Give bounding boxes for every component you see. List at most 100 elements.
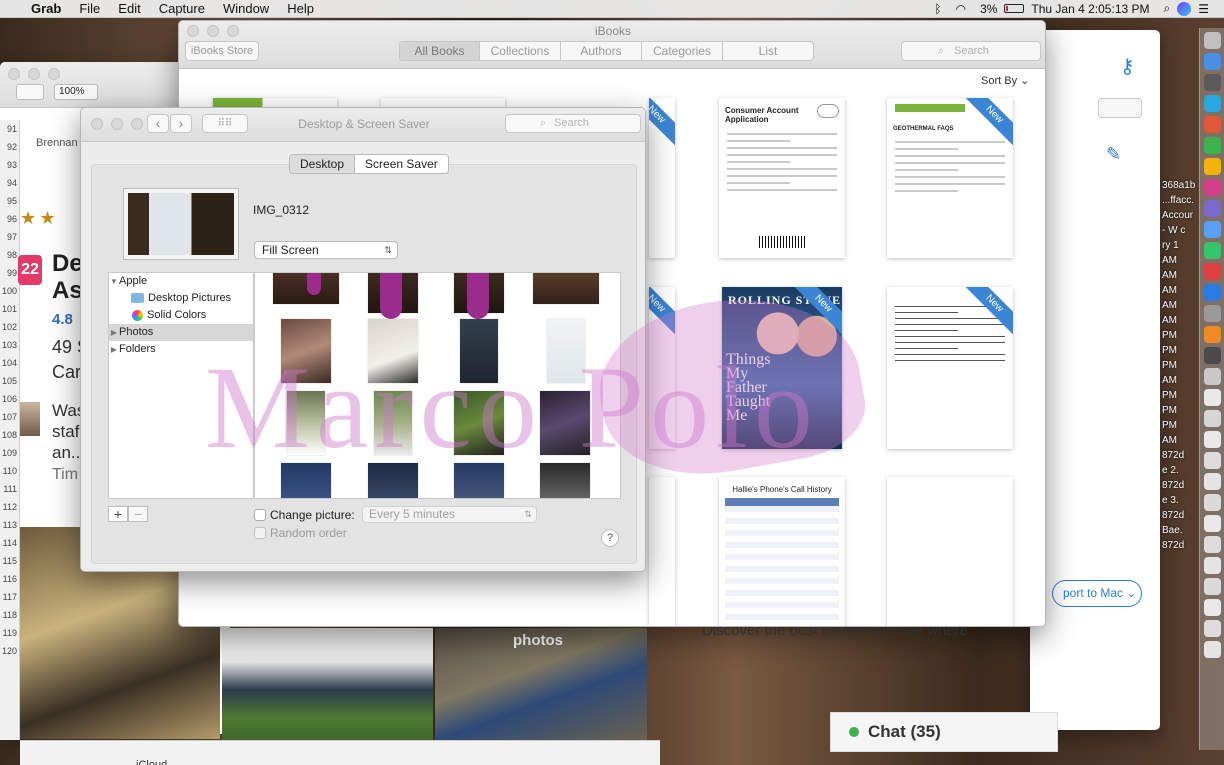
- dock-app-icon[interactable]: [1203, 116, 1221, 133]
- wallpaper-thumbnail[interactable]: [281, 319, 331, 383]
- tab-all-books[interactable]: All Books: [400, 42, 480, 60]
- book-cover[interactable]: New: [649, 98, 675, 258]
- tab-screen-saver[interactable]: Screen Saver: [355, 155, 448, 173]
- compose-icon[interactable]: ✎: [1106, 144, 1121, 165]
- zoom-select[interactable]: 100%: [54, 84, 98, 100]
- dock-app-icon[interactable]: [1203, 263, 1221, 280]
- bluetooth-icon[interactable]: ᛒ: [927, 2, 948, 16]
- chat-bar[interactable]: Chat (35): [830, 712, 1058, 752]
- wallpaper-thumbnail[interactable]: [460, 319, 498, 383]
- dock-app-icon[interactable]: [1203, 452, 1221, 469]
- add-folder-button[interactable]: +: [108, 506, 128, 522]
- source-item-desktop-pictures[interactable]: Desktop Pictures: [109, 290, 253, 307]
- dock-app-icon[interactable]: [1203, 284, 1221, 301]
- wallpaper-thumbnail[interactable]: [533, 273, 599, 304]
- wallpaper-thumbnail[interactable]: [273, 273, 339, 304]
- dock-app-icon[interactable]: [1203, 74, 1221, 91]
- menu-edit[interactable]: Edit: [109, 0, 149, 18]
- dock-app-icon[interactable]: [1203, 494, 1221, 511]
- help-button[interactable]: ?: [601, 529, 619, 547]
- wallpaper-thumbnail[interactable]: [368, 463, 418, 498]
- menu-file[interactable]: File: [70, 0, 109, 18]
- clock[interactable]: Thu Jan 4 2:05:13 PM: [1024, 2, 1156, 16]
- dock-app-icon[interactable]: [1203, 347, 1221, 364]
- siri-icon[interactable]: [1177, 1, 1192, 16]
- book-consumer-account-application[interactable]: Consumer Account Application: [719, 98, 845, 258]
- book-cover[interactable]: [887, 477, 1013, 626]
- book-rolling-stone[interactable]: ROLLING STONE Things My Father Taught Me…: [722, 287, 842, 449]
- dock-app-icon[interactable]: [1203, 557, 1221, 574]
- ibooks-store-button[interactable]: iBooks Store: [185, 41, 259, 61]
- wallpaper-thumbnail[interactable]: [540, 391, 590, 455]
- dock-app-icon[interactable]: [1203, 32, 1221, 49]
- dock-app-icon[interactable]: [1203, 389, 1221, 406]
- dock-app-icon[interactable]: [1203, 305, 1221, 322]
- fill-mode-select[interactable]: Fill Screen ⇅: [254, 241, 398, 259]
- book-geothermal-faqs[interactable]: New GEOTHERMAL FAQS: [887, 98, 1013, 258]
- dock-app-icon[interactable]: [1203, 578, 1221, 595]
- dock-app-icon[interactable]: [1203, 410, 1221, 427]
- wallpaper-thumbnail[interactable]: [287, 391, 325, 455]
- dock-app-icon[interactable]: [1203, 326, 1221, 343]
- search-input[interactable]: ⌕ Search: [505, 114, 641, 133]
- change-picture-checkbox[interactable]: [254, 509, 266, 521]
- source-item-apple[interactable]: ▼Apple: [109, 273, 253, 290]
- battery-icon[interactable]: [1004, 4, 1025, 13]
- source-item-folders[interactable]: ▶ Folders: [109, 341, 253, 358]
- sidebar-toggle-button[interactable]: [16, 84, 44, 100]
- dock-app-icon[interactable]: [1203, 599, 1221, 616]
- wallpaper-thumbnail[interactable]: [540, 463, 590, 498]
- dock-app-icon[interactable]: [1203, 641, 1221, 658]
- search-field[interactable]: [1098, 98, 1142, 118]
- tab-list[interactable]: List: [723, 42, 813, 60]
- dock-app-icon[interactable]: [1203, 53, 1221, 70]
- menu-help[interactable]: Help: [278, 0, 323, 18]
- menu-window[interactable]: Window: [214, 0, 278, 18]
- wallpaper-thumbnail[interactable]: [547, 319, 585, 383]
- menu-app-name[interactable]: Grab: [21, 0, 70, 18]
- notification-center-icon[interactable]: ☰: [1191, 2, 1216, 16]
- wallpaper-thumbnail[interactable]: [454, 391, 504, 455]
- window-controls[interactable]: [8, 68, 60, 80]
- wallpaper-thumbnail[interactable]: [374, 391, 412, 455]
- source-item-solid-colors[interactable]: Solid Colors: [109, 307, 253, 324]
- search-input[interactable]: ⌕ Search: [901, 41, 1041, 61]
- book-handwritten-note[interactable]: New: [887, 287, 1013, 449]
- tab-desktop[interactable]: Desktop: [290, 155, 356, 173]
- row-number: 95: [6, 196, 17, 206]
- review-author: Tim: [52, 466, 79, 483]
- book-cover[interactable]: New: [649, 287, 675, 449]
- menu-capture[interactable]: Capture: [150, 0, 214, 18]
- dock-app-icon[interactable]: [1203, 242, 1221, 259]
- dock-app-icon[interactable]: [1203, 515, 1221, 532]
- wifi-icon[interactable]: ◠: [949, 2, 973, 16]
- tab-authors[interactable]: Authors: [561, 42, 642, 60]
- random-order-checkbox[interactable]: [254, 527, 266, 539]
- tab-collections[interactable]: Collections: [480, 42, 561, 60]
- dock-app-icon[interactable]: [1203, 536, 1221, 553]
- dock-app-icon[interactable]: [1203, 137, 1221, 154]
- dock-app-icon[interactable]: [1203, 221, 1221, 238]
- dock-app-icon[interactable]: [1203, 620, 1221, 637]
- wallpaper-thumbnail[interactable]: [454, 463, 504, 498]
- tab-categories[interactable]: Categories: [642, 42, 723, 60]
- dock-app-icon[interactable]: [1203, 368, 1221, 385]
- source-item-photos[interactable]: ▶ Photos: [109, 324, 253, 341]
- book-cover[interactable]: [649, 477, 675, 626]
- wallpaper-thumbnail[interactable]: [368, 319, 418, 383]
- photo-thumbnail[interactable]: [222, 628, 433, 740]
- export-to-mac-button[interactable]: port to Mac ⌄: [1052, 580, 1142, 607]
- sort-by-button[interactable]: Sort By ⌄: [981, 74, 1029, 87]
- dock-app-icon[interactable]: [1203, 431, 1221, 448]
- dock-app-icon[interactable]: [1203, 158, 1221, 175]
- dock-app-icon[interactable]: [1203, 179, 1221, 196]
- key-icon[interactable]: ⚷: [1120, 54, 1135, 79]
- wallpaper-thumbnail[interactable]: [281, 463, 331, 498]
- dock-app-icon[interactable]: [1203, 200, 1221, 217]
- dock-app-icon[interactable]: [1203, 473, 1221, 490]
- change-interval-select[interactable]: Every 5 minutes ⇅: [362, 506, 537, 523]
- book-hallie-call-history[interactable]: Hallie's Phone's Call History: [719, 477, 845, 626]
- spotlight-icon[interactable]: ⌕: [1157, 1, 1178, 16]
- dock-app-icon[interactable]: [1203, 95, 1221, 112]
- remove-folder-button[interactable]: −: [128, 506, 148, 522]
